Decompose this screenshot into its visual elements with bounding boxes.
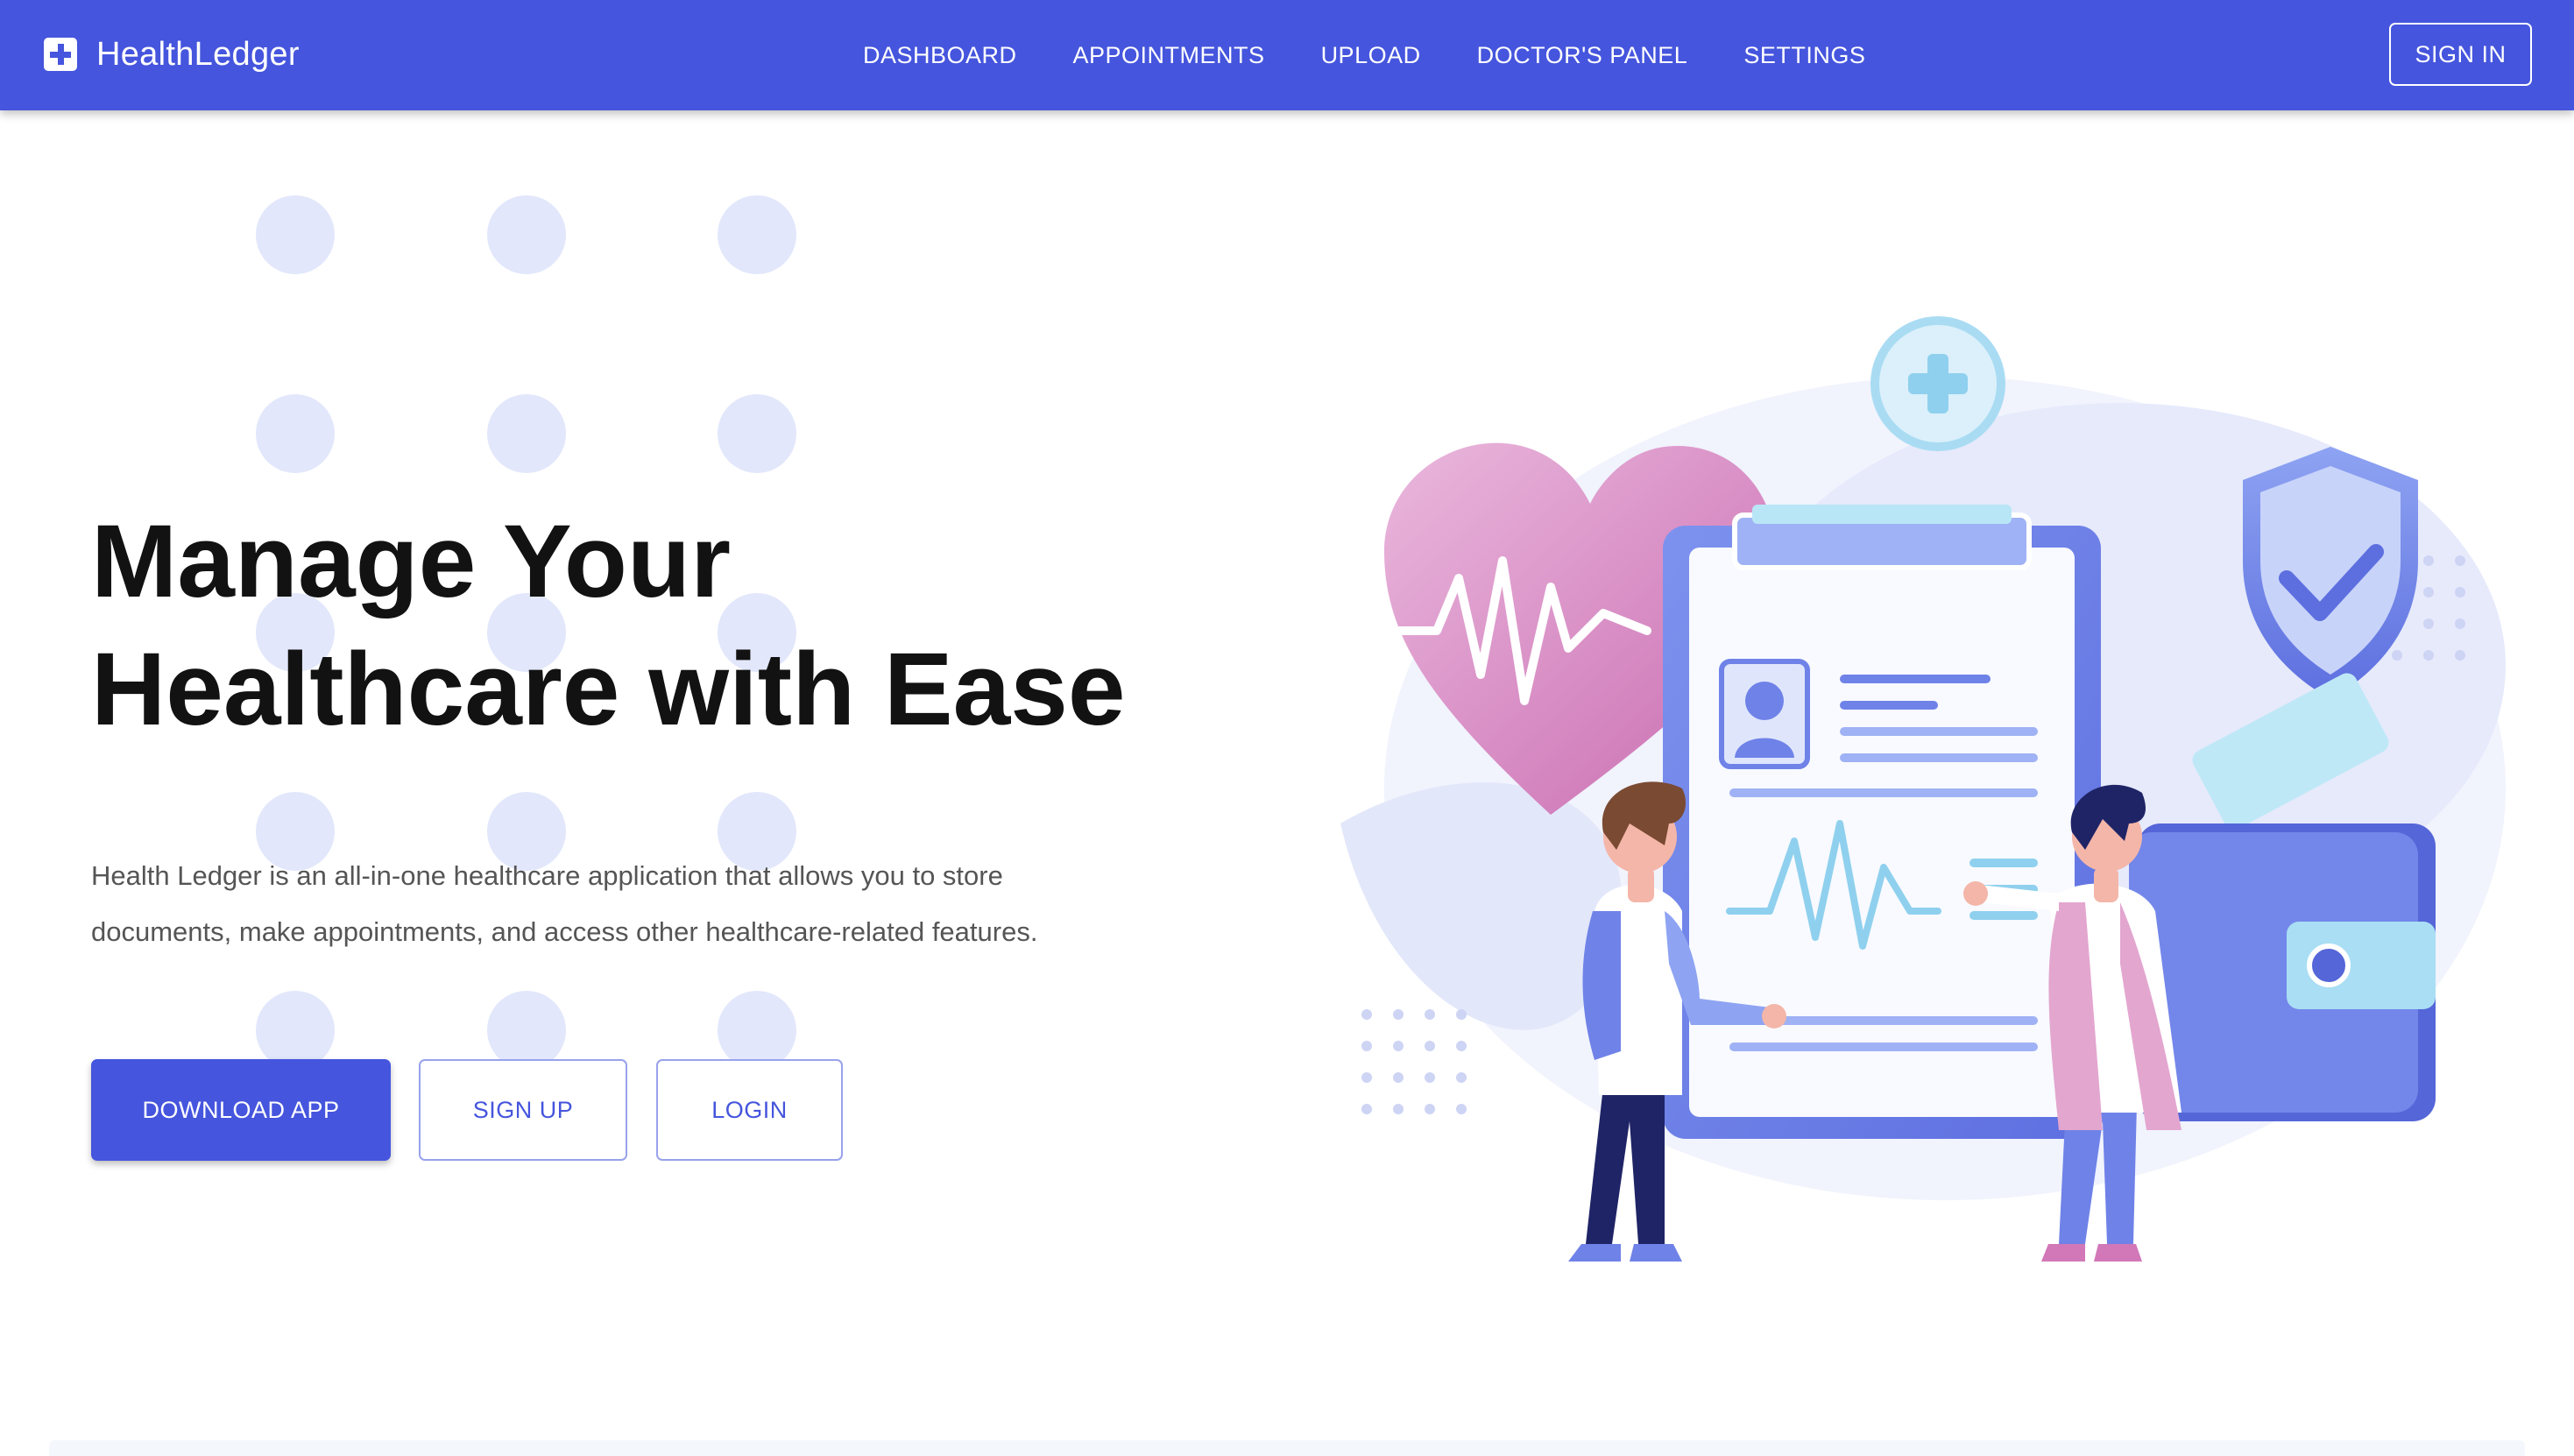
download-app-button[interactable]: DOWNLOAD APP (91, 1059, 391, 1161)
login-button[interactable]: LOGIN (656, 1059, 843, 1161)
dot-grid-left (1361, 1009, 1467, 1114)
pattern-dot (718, 991, 796, 1070)
sign-in-button[interactable]: SIGN IN (2389, 23, 2532, 86)
nav-item-settings[interactable]: SETTINGS (1743, 42, 1865, 69)
main-nav: DASHBOARD APPOINTMENTS UPLOAD DOCTOR'S P… (863, 0, 1921, 110)
nav-item-upload[interactable]: UPLOAD (1321, 42, 1421, 69)
nav-item-doctors-panel[interactable]: DOCTOR'S PANEL (1477, 42, 1688, 69)
pattern-dot (487, 991, 566, 1070)
pattern-dot (718, 394, 796, 473)
medical-plus-icon (1870, 316, 2005, 451)
sign-up-button[interactable]: SIGN UP (419, 1059, 627, 1161)
top-app-bar: HealthLedger DASHBOARD APPOINTMENTS UPLO… (0, 0, 2574, 110)
hero-title-line-1: Manage Your (91, 504, 732, 619)
clipboard-icon (1663, 505, 2101, 1139)
brand-name: HealthLedger (96, 35, 300, 73)
nav-item-dashboard[interactable]: DASHBOARD (863, 42, 1017, 69)
pattern-dot (256, 991, 335, 1070)
hero-description: Health Ledger is an all-in-one healthcar… (91, 848, 1177, 960)
pattern-dot (487, 394, 566, 473)
nav-item-appointments[interactable]: APPOINTMENTS (1073, 42, 1265, 69)
brand[interactable]: HealthLedger (44, 33, 300, 75)
background-swoosh (1340, 782, 1622, 1030)
pattern-dot (256, 394, 335, 473)
pattern-dot (256, 195, 335, 274)
hero-description-line-2: documents, make appointments, and access… (91, 916, 1038, 947)
hero-title-line-2: Healthcare with Ease (91, 632, 1126, 747)
next-section-edge (49, 1440, 2525, 1456)
medical-cross-icon (44, 38, 77, 71)
healthcare-illustration (1340, 316, 2506, 1262)
pattern-dot (487, 195, 566, 274)
pattern-dot (718, 195, 796, 274)
hero-description-line-1: Health Ledger is an all-in-one healthcar… (91, 860, 1003, 891)
hero-title: Manage Your Healthcare with Ease (91, 498, 1230, 753)
